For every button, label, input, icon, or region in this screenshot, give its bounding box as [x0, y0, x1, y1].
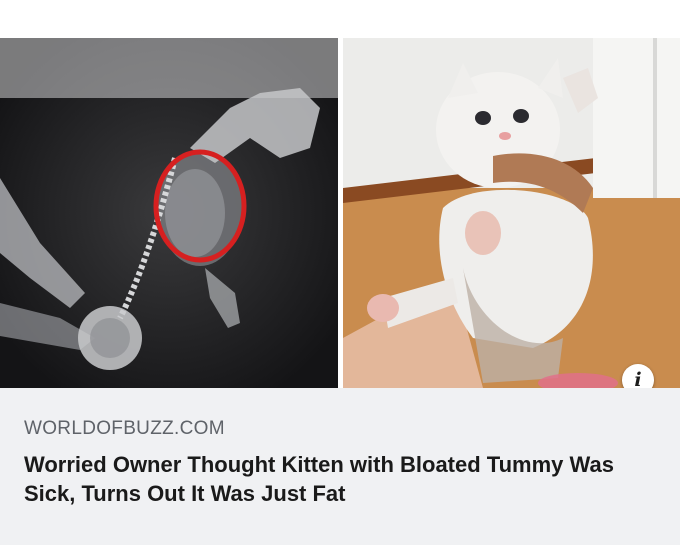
link-domain: WORLDOFBUZZ.COM [24, 418, 225, 439]
preview-image-group[interactable]: i [0, 38, 680, 396]
link-preview-card[interactable]: i WORLDOFBUZZ.COM Worried Owner Thought … [0, 38, 680, 545]
link-caption[interactable]: WORLDOFBUZZ.COM Worried Owner Thought Ki… [0, 388, 680, 545]
info-icon: i [634, 368, 642, 391]
kitten-photo-image [343, 38, 680, 388]
link-headline[interactable]: Worried Owner Thought Kitten with Bloate… [24, 450, 644, 508]
kitten-xray-image [0, 38, 338, 388]
